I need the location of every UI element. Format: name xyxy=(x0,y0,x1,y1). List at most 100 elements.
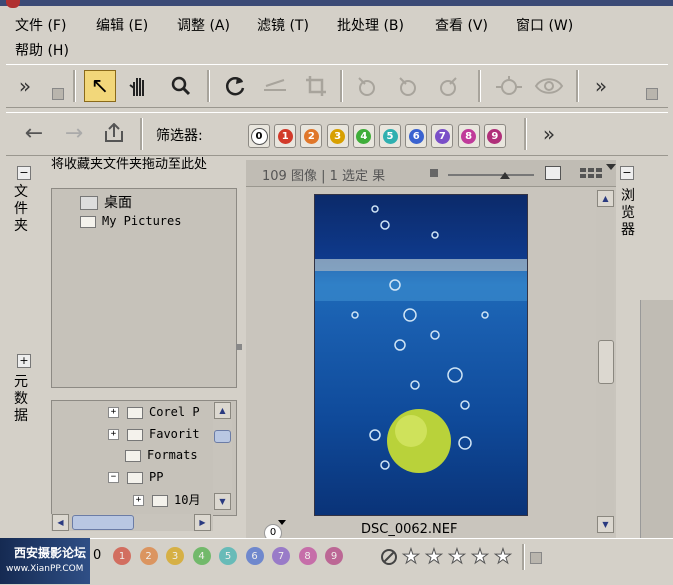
no-rating-icon[interactable] xyxy=(380,548,398,566)
collapse-folders-icon[interactable]: − xyxy=(17,166,31,180)
bottom-chip-8[interactable]: 8 xyxy=(298,547,317,565)
toolbar-grip-icon-right[interactable] xyxy=(646,88,658,100)
filter-chip-2[interactable]: 2 xyxy=(300,124,323,148)
filter-label: 筛选器: xyxy=(156,128,203,144)
back-arrow-icon[interactable]: ← xyxy=(20,120,48,146)
bottom-chip-3[interactable]: 3 xyxy=(166,547,184,565)
menu-help[interactable]: 帮助 (H) xyxy=(15,40,69,60)
bottom-chip-4[interactable]: 4 xyxy=(192,547,211,565)
filter-chip-label: 1 xyxy=(277,128,293,144)
collapse-browser-icon[interactable]: − xyxy=(620,166,634,180)
tree-vscroll-thumb[interactable] xyxy=(214,430,231,443)
zoom-icon[interactable] xyxy=(166,72,196,100)
expand-metadata-icon[interactable]: + xyxy=(17,354,31,368)
filter-chip-0[interactable]: 0 xyxy=(248,124,270,148)
more-filters-chevron-icon[interactable]: » xyxy=(536,120,562,148)
scroll-left-icon[interactable]: ◀ xyxy=(52,514,69,531)
grid-view-icon[interactable] xyxy=(580,166,604,180)
menu-window[interactable]: 窗口 (W) xyxy=(516,15,573,35)
compare-icon xyxy=(492,72,526,100)
forward-arrow-icon: → xyxy=(64,120,84,146)
tab-browser[interactable]: 浏览器 xyxy=(620,188,636,239)
filter-chip-4[interactable]: 4 xyxy=(352,124,375,148)
scroll-right-icon[interactable]: ▶ xyxy=(194,514,211,531)
menu-batch[interactable]: 批处理 (B) xyxy=(337,15,404,35)
tree-item-pp[interactable]: − PP xyxy=(108,470,163,484)
browser-scroll-up-icon[interactable]: ▲ xyxy=(597,190,614,207)
toolbar-grip-icon[interactable] xyxy=(52,88,64,100)
more-tools-chevron-icon[interactable]: » xyxy=(588,72,614,100)
bottom-chip-5[interactable]: 5 xyxy=(219,547,237,565)
folder-icon xyxy=(127,471,143,484)
up-folder-icon[interactable] xyxy=(100,120,128,146)
menu-filter[interactable]: 滤镜 (T) xyxy=(257,15,309,35)
browser-vscroll-thumb[interactable] xyxy=(598,340,614,384)
preview-eye-icon xyxy=(532,72,566,100)
select-arrow-icon[interactable]: ↖ xyxy=(84,70,116,102)
tab-metadata[interactable]: 元数据 xyxy=(13,374,29,425)
favorites-hint: 将收藏夹文件夹拖动至此处 xyxy=(51,157,208,172)
dust-off-icon xyxy=(393,72,423,100)
folder-icon xyxy=(125,449,141,462)
menu-edit[interactable]: 编辑 (E) xyxy=(96,15,148,35)
hand-tool-icon[interactable] xyxy=(124,72,154,100)
slider-handle-icon[interactable] xyxy=(500,172,510,179)
filter-chip-label: 5 xyxy=(382,128,398,144)
filter-chip-1[interactable]: 1 xyxy=(274,124,297,148)
thumbnail-size-slider[interactable] xyxy=(448,174,534,176)
expand-chevron-icon[interactable]: » xyxy=(12,72,38,100)
menu-file[interactable]: 文件 (F) xyxy=(15,15,66,35)
right-dock-top xyxy=(645,160,673,300)
filter-chip-label: 6 xyxy=(408,128,424,144)
filter-chip-label: 0 xyxy=(250,127,268,145)
folder-icon xyxy=(80,215,96,228)
scroll-up-icon[interactable]: ▲ xyxy=(214,402,231,419)
star-5-icon[interactable]: ★ xyxy=(494,544,513,569)
scroll-down-icon[interactable]: ▼ xyxy=(214,493,231,510)
bottom-rating-value: 0 xyxy=(93,548,102,563)
bottom-chip-1[interactable]: 1 xyxy=(113,547,131,565)
tab-folders[interactable]: 文件夹 xyxy=(13,184,29,235)
filter-chip-5[interactable]: 5 xyxy=(379,124,401,148)
bottom-chip-7[interactable]: 7 xyxy=(272,547,290,565)
filter-chip-label: 9 xyxy=(487,128,503,144)
thumb-small-icon[interactable] xyxy=(430,169,438,177)
star-3-icon[interactable]: ★ xyxy=(448,544,467,569)
straighten-icon xyxy=(260,72,290,100)
star-1-icon[interactable]: ★ xyxy=(402,544,421,569)
filter-chip-9[interactable]: 9 xyxy=(483,124,506,148)
filter-chip-3[interactable]: 3 xyxy=(326,124,349,148)
folder-icon xyxy=(152,494,168,507)
favorite-my-pictures[interactable]: My Pictures xyxy=(80,214,181,228)
bottom-chip-9[interactable]: 9 xyxy=(325,547,343,565)
rotate-icon[interactable] xyxy=(220,72,250,100)
bottom-chip-2[interactable]: 2 xyxy=(139,547,158,565)
crop-icon xyxy=(301,72,331,100)
bottom-grip-icon[interactable] xyxy=(530,552,542,564)
menu-view[interactable]: 查看 (V) xyxy=(435,15,488,35)
rating-dropdown-icon[interactable] xyxy=(278,520,286,525)
tree-item-corel[interactable]: + Corel P xyxy=(108,405,200,419)
filter-chip-label: 3 xyxy=(330,128,346,144)
menu-adjust[interactable]: 调整 (A) xyxy=(177,15,230,35)
folder-icon xyxy=(127,406,143,419)
filter-chip-8[interactable]: 8 xyxy=(457,124,480,148)
desktop-icon xyxy=(80,196,98,210)
filter-chip-7[interactable]: 7 xyxy=(431,124,454,148)
tree-item-october[interactable]: +10月 xyxy=(133,491,200,508)
star-4-icon[interactable]: ★ xyxy=(471,544,490,569)
bottom-chip-6[interactable]: 6 xyxy=(245,547,264,565)
folder-icon xyxy=(127,428,143,441)
tree-item-formats[interactable]: Formats xyxy=(125,448,198,462)
thumb-large-icon[interactable] xyxy=(545,166,561,180)
photo-thumbnail[interactable] xyxy=(314,194,528,516)
filter-chip-6[interactable]: 6 xyxy=(405,124,428,148)
tree-item-favorites[interactable]: + Favorit xyxy=(108,427,200,441)
browser-scroll-down-icon[interactable]: ▼ xyxy=(597,516,614,533)
favorite-desktop[interactable]: 桌面 xyxy=(80,192,132,212)
view-menu-icon[interactable] xyxy=(606,164,616,170)
filter-chip-label: 2 xyxy=(303,128,319,144)
tree-hscroll-thumb[interactable] xyxy=(72,515,134,530)
splitter-grip[interactable] xyxy=(236,344,242,350)
star-2-icon[interactable]: ★ xyxy=(425,544,444,569)
